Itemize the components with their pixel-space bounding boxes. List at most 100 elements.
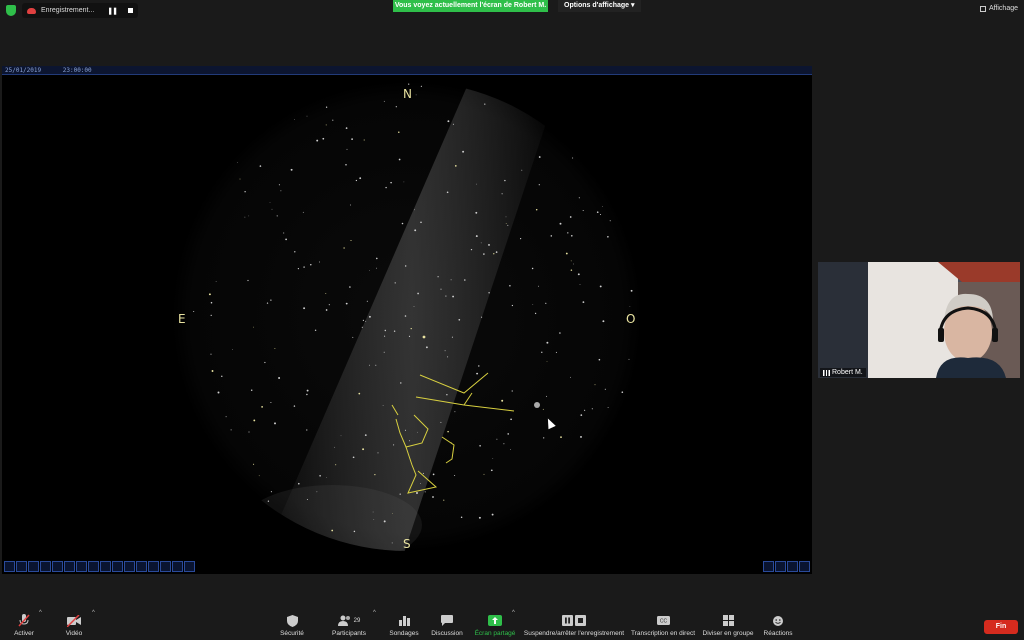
stellarium-tool-button[interactable] [4,561,15,572]
polls-button[interactable]: Sondages [389,614,419,637]
recording-indicator: Enregistrement... ❚❚ [22,3,138,18]
stellarium-time-button[interactable] [787,561,798,572]
participants-count: 29 [353,617,361,624]
star [248,215,250,217]
stellarium-tool-button[interactable] [64,561,75,572]
star [414,229,417,232]
star [543,437,545,439]
participants-button[interactable]: 29 Participants [330,614,368,637]
star [399,493,401,495]
star [294,251,296,253]
star [511,390,513,392]
audio-options-caret-icon[interactable]: ^ [39,610,42,616]
stellarium-time-button[interactable] [775,561,786,572]
stellarium-tool-button[interactable] [40,561,51,572]
share-options-caret-icon[interactable]: ^ [512,610,515,616]
star [573,263,574,265]
stellarium-tool-button[interactable] [148,561,159,572]
star [231,349,233,350]
participant-name-tag: Robert M. [820,368,866,377]
star [420,483,421,484]
stellarium-tool-button[interactable] [28,561,39,572]
stellarium-time-button[interactable] [799,561,810,572]
stellarium-tool-button[interactable] [136,561,147,572]
star [306,115,308,117]
stellarium-buttons-right [763,561,810,572]
star [535,209,538,211]
security-shield-icon[interactable] [6,5,16,16]
video-options-caret-icon[interactable]: ^ [92,610,95,616]
chat-button[interactable]: Discussion [430,614,464,637]
star [384,335,386,337]
pause-stop-recording-button[interactable]: Suspendre/arrêter l'enregistrement [523,614,625,637]
view-button[interactable]: Affichage [979,5,1018,12]
stellarium-tool-button[interactable] [16,561,27,572]
star [570,260,572,262]
star [580,435,582,438]
breakout-rooms-button[interactable]: Diviser en groupe [702,614,754,637]
star [306,499,308,500]
star [404,429,407,431]
star [210,314,212,317]
star [325,292,327,294]
star [607,407,609,409]
star [462,150,465,153]
reactions-button[interactable]: Réactions [762,614,794,637]
star [290,168,293,171]
stellarium-tool-button[interactable] [172,561,183,572]
star [458,318,461,321]
star [210,353,212,355]
end-meeting-button[interactable]: Fin [984,620,1018,634]
star [440,421,442,423]
pause-stop-label: Suspendre/arrêter l'enregistrement [523,630,625,637]
star [302,211,304,213]
view-options-label: Options d'affichage [564,2,630,9]
stellarium-tool-button[interactable] [100,561,111,572]
stellarium-tool-button[interactable] [184,561,195,572]
view-options-button[interactable]: Options d'affichage ▾ [558,0,641,12]
stellarium-tool-button[interactable] [160,561,171,572]
pause-recording-icon[interactable]: ❚❚ [107,7,118,15]
stop-recording-icon[interactable] [128,8,133,13]
participants-caret-icon[interactable]: ^ [373,610,376,616]
star [376,257,378,260]
stellarium-tool-button[interactable] [88,561,99,572]
star [415,94,417,96]
star [478,516,481,519]
stellarium-tool-button[interactable] [124,561,135,572]
participant-video[interactable]: Robert M. [818,262,1020,378]
stellarium-time-button[interactable] [763,561,774,572]
mute-button[interactable]: Activer [10,614,38,637]
star [393,330,396,332]
star [570,234,573,237]
stellarium-tool-button[interactable] [112,561,123,572]
star [629,306,631,307]
star [215,281,217,282]
video-button[interactable]: Vidéo [62,614,86,637]
star [510,418,512,421]
live-transcript-button[interactable]: CC Transcription en direct [630,614,696,637]
star [303,307,306,310]
share-screen-button[interactable]: Écran partagé [474,614,516,637]
stellarium-tool-button[interactable] [52,561,63,572]
live-transcript-label: Transcription en direct [630,630,696,637]
cardinal-south: S [403,537,411,551]
star [398,158,401,161]
star [298,482,300,485]
star [445,295,447,297]
star [225,416,227,418]
pause-stop-icon [523,614,625,627]
star [293,405,296,407]
security-button[interactable]: Sécurité [278,614,306,637]
star [542,408,544,410]
star [490,469,493,472]
star [450,279,452,281]
star [334,446,336,448]
star [475,211,478,214]
star [274,347,276,349]
star [383,351,385,353]
star [244,191,246,193]
star [410,327,412,330]
stellarium-tool-button[interactable] [76,561,87,572]
chat-label: Discussion [431,630,463,637]
